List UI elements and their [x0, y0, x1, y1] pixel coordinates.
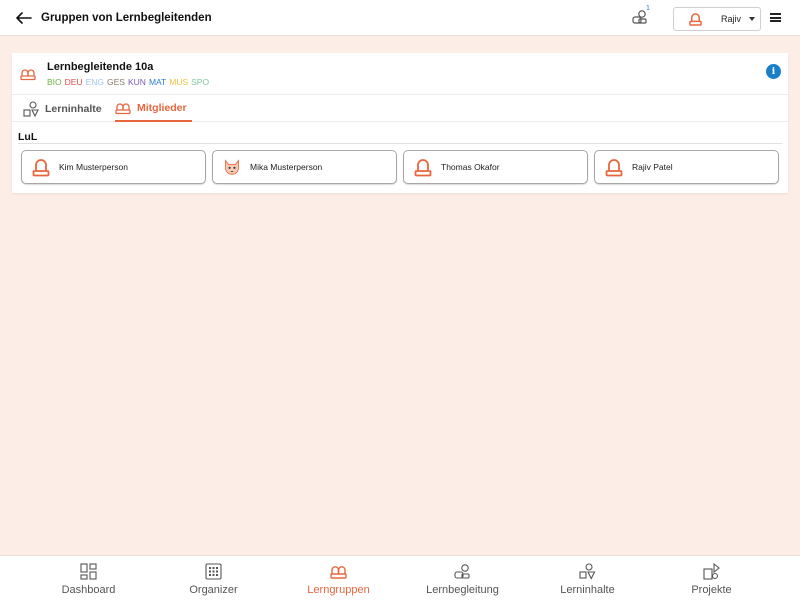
notification-count: 1 — [646, 5, 650, 12]
info-icon[interactable]: i — [766, 64, 781, 79]
chevron-down-icon — [749, 17, 755, 21]
back-arrow-icon[interactable] — [16, 11, 34, 25]
user-select[interactable]: Rajiv — [673, 7, 761, 31]
nav-label: Lerninhalte — [560, 584, 615, 596]
nav-label: Dashboard — [61, 584, 116, 596]
calendar-grid-icon — [205, 563, 222, 580]
subject-tag: BIO — [47, 77, 62, 87]
shapes-icon — [23, 101, 39, 117]
subject-tag: MUS — [169, 77, 189, 87]
nav-lerninhalte[interactable]: Lerninhalte — [525, 556, 650, 600]
nav-organizer[interactable]: Organizer — [151, 556, 276, 600]
group-icon — [115, 103, 131, 115]
tab-bar: Lerninhalte Mitglieder — [12, 96, 788, 122]
shapes-icon — [579, 563, 596, 580]
member-card[interactable]: Mika Musterperson — [212, 150, 397, 184]
group-card: Lernbegleitende 10a BIO DEU ENG GES KUN … — [12, 53, 788, 193]
divider — [18, 143, 782, 144]
nav-label: Organizer — [189, 584, 238, 596]
tab-label: Mitglieder — [137, 102, 187, 114]
group-icon — [20, 69, 36, 81]
user-avatar-icon — [689, 13, 702, 26]
member-name: Rajiv Patel — [632, 162, 673, 172]
bottom-navigation: Dashboard Organizer Lerngruppen Lernbegl… — [0, 555, 800, 600]
nav-label: Projekte — [691, 584, 732, 596]
hamburger-menu-icon[interactable] — [770, 13, 781, 22]
tab-lerninhalte[interactable]: Lerninhalte — [23, 96, 102, 122]
group-header: Lernbegleitende 10a BIO DEU ENG GES KUN … — [12, 53, 788, 95]
subject-list: BIO DEU ENG GES KUN MAT MUS SPO — [47, 77, 209, 87]
cat-avatar-icon — [223, 157, 241, 177]
subject-tag: KUN — [127, 77, 146, 87]
section-label: LuL — [18, 131, 38, 143]
nav-lerngruppen[interactable]: Lerngruppen — [276, 556, 401, 600]
person-icon — [32, 157, 50, 177]
subject-tag: DEU — [64, 77, 83, 87]
nav-label: Lernbegleitung — [426, 584, 499, 596]
member-card[interactable]: Kim Musterperson — [21, 150, 206, 184]
page-title: Gruppen von Lernbegleitenden — [41, 11, 212, 24]
tab-label: Lerninhalte — [45, 103, 102, 115]
nav-label: Lerngruppen — [307, 584, 370, 596]
projects-icon — [703, 563, 720, 580]
person-icon — [605, 157, 623, 177]
member-name: Mika Musterperson — [250, 162, 323, 172]
subject-tag: ENG — [85, 77, 105, 87]
group-name: Lernbegleitende 10a — [47, 61, 154, 73]
subject-tag: MAT — [148, 77, 167, 87]
member-card[interactable]: Rajiv Patel — [594, 150, 779, 184]
person-icon — [414, 157, 432, 177]
member-name: Thomas Okafor — [441, 162, 500, 172]
user-name: Rajiv — [721, 14, 742, 24]
nav-lernbegleitung[interactable]: Lernbegleitung — [400, 556, 525, 600]
subject-tag: GES — [107, 77, 125, 87]
tab-mitglieder[interactable]: Mitglieder — [115, 96, 192, 122]
member-name: Kim Musterperson — [59, 162, 128, 172]
top-bar: Gruppen von Lernbegleitenden 1 Rajiv — [0, 0, 800, 36]
group-icon — [330, 566, 347, 579]
subject-tag: SPO — [191, 77, 210, 87]
dashboard-icon — [80, 563, 97, 580]
member-card[interactable]: Thomas Okafor — [403, 150, 588, 184]
nav-projekte[interactable]: Projekte — [649, 556, 774, 600]
lernbegleitung-icon — [454, 564, 470, 579]
nav-dashboard[interactable]: Dashboard — [26, 556, 151, 600]
